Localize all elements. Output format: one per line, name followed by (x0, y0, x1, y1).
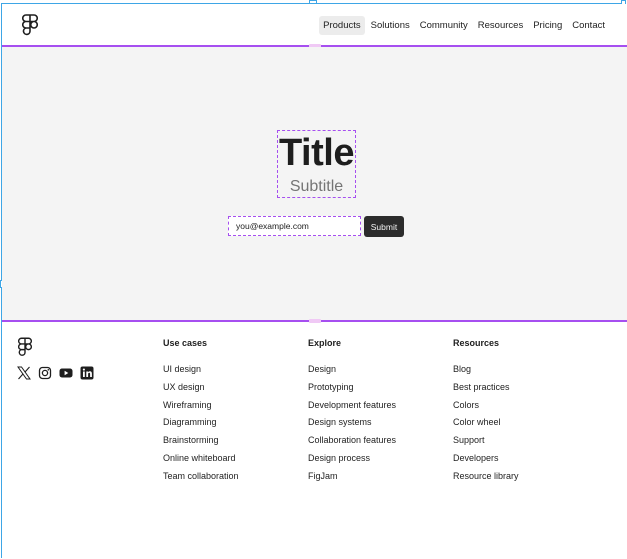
nav-item-products[interactable]: Products (319, 16, 365, 35)
youtube-icon[interactable] (59, 366, 73, 380)
nav-item-resources[interactable]: Resources (474, 16, 527, 35)
footer-link-ux-design[interactable]: UX design (163, 382, 239, 393)
footer-link-prototyping[interactable]: Prototyping (308, 382, 396, 393)
footer-link-colors[interactable]: Colors (453, 400, 519, 411)
figma-logo-icon[interactable] (18, 337, 32, 357)
footer-link-online-whiteboard[interactable]: Online whiteboard (163, 453, 239, 464)
site-header: Products Solutions Community Resources P… (2, 4, 627, 45)
footer-link-developers[interactable]: Developers (453, 453, 519, 464)
footer-link-design-systems[interactable]: Design systems (308, 417, 396, 428)
footer-link-color-wheel[interactable]: Color wheel (453, 417, 519, 428)
footer-link-collaboration-features[interactable]: Collaboration features (308, 435, 396, 446)
hero-subtitle: Subtitle (289, 178, 344, 195)
footer-link-development-features[interactable]: Development features (308, 400, 396, 411)
main-nav: Products Solutions Community Resources P… (319, 16, 609, 35)
footer-link-support[interactable]: Support (453, 435, 519, 446)
social-links (17, 366, 94, 380)
nav-item-contact[interactable]: Contact (568, 16, 609, 35)
hero-title: Title (279, 132, 354, 174)
x-icon[interactable] (17, 366, 31, 380)
footer-link-blog[interactable]: Blog (453, 364, 519, 375)
footer-link-best-practices[interactable]: Best practices (453, 382, 519, 393)
submit-button[interactable]: Submit (364, 216, 404, 237)
footer-link-resource-library[interactable]: Resource library (453, 471, 519, 482)
footer-link-team-collaboration[interactable]: Team collaboration (163, 471, 239, 482)
footer-column-title: Use cases (163, 338, 208, 348)
hero-section: Title Subtitle you@example.com Submit (2, 47, 627, 320)
site-footer: Use cases UI design UX design Wireframin… (2, 323, 627, 559)
linkedin-icon[interactable] (80, 366, 94, 380)
instagram-icon[interactable] (38, 366, 52, 380)
nav-item-community[interactable]: Community (416, 16, 472, 35)
footer-column-title: Explore (308, 338, 342, 348)
email-input[interactable]: you@example.com (228, 216, 361, 236)
footer-link-figjam[interactable]: FigJam (308, 471, 396, 482)
title-group[interactable]: Title Subtitle (277, 130, 356, 198)
footer-column-resources: Resources Blog Best practices Colors Col… (453, 338, 519, 489)
footer-link-wireframing[interactable]: Wireframing (163, 400, 239, 411)
footer-link-design-process[interactable]: Design process (308, 453, 396, 464)
footer-link-design[interactable]: Design (308, 364, 396, 375)
footer-column-use-cases: Use cases UI design UX design Wireframin… (163, 338, 239, 489)
footer-column-title: Resources (453, 338, 500, 348)
nav-item-solutions[interactable]: Solutions (367, 16, 414, 35)
footer-link-brainstorming[interactable]: Brainstorming (163, 435, 239, 446)
footer-link-ui-design[interactable]: UI design (163, 364, 239, 375)
nav-item-pricing[interactable]: Pricing (529, 16, 566, 35)
footer-link-diagramming[interactable]: Diagramming (163, 417, 239, 428)
figma-logo-icon[interactable] (22, 14, 38, 36)
footer-column-explore: Explore Design Prototyping Development f… (308, 338, 396, 489)
